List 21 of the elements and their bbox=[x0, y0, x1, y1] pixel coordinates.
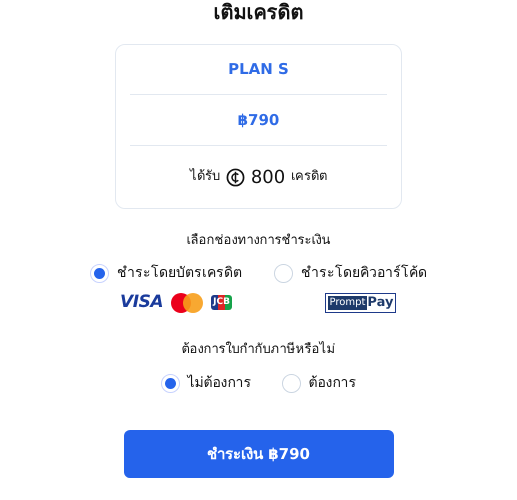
pay-button[interactable]: ชำระเงิน ฿790 bbox=[124, 430, 394, 478]
receive-label: ได้รับ bbox=[190, 167, 220, 186]
radio-button[interactable] bbox=[90, 264, 109, 282]
plan-name: PLAN S bbox=[228, 59, 289, 80]
card-logo: VISA bbox=[120, 294, 164, 311]
coin-icon bbox=[226, 168, 245, 186]
radio-label[interactable]: ชำระโดยคิวอาร์โค้ด bbox=[301, 262, 427, 284]
plan-price: ฿790 bbox=[238, 110, 280, 131]
section-label: เลือกช่องทางการชำระเงิน bbox=[186, 232, 330, 250]
page-title: เติมเครดิต bbox=[214, 0, 304, 26]
radio-label[interactable]: ชำระโดยบัตรเครดิต bbox=[117, 262, 242, 284]
radio-label[interactable]: ไม่ต้องการ bbox=[188, 373, 252, 394]
credit-unit: เครดิต bbox=[291, 168, 328, 186]
radio-button[interactable] bbox=[274, 264, 293, 282]
credit-amount: 800 bbox=[250, 166, 286, 190]
section-label: ต้องการใบกำกับภาษีหรือไม่ bbox=[182, 340, 336, 358]
promptpay-logo: Prompt Pay bbox=[324, 292, 396, 312]
radio-label[interactable]: ต้องการ bbox=[308, 373, 356, 394]
radio-button[interactable] bbox=[160, 374, 180, 393]
radio-button[interactable] bbox=[282, 374, 300, 393]
overlapping-circles-icon bbox=[171, 292, 204, 312]
